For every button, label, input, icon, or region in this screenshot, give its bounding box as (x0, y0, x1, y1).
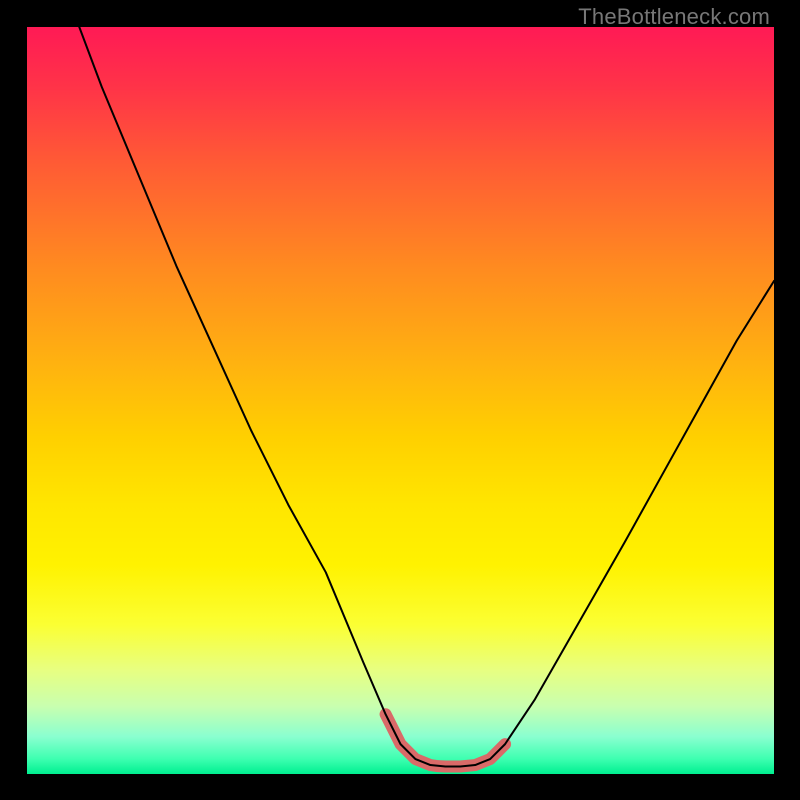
optimal-zone-marker (386, 714, 506, 766)
attribution-text: TheBottleneck.com (578, 4, 770, 30)
chart-svg (27, 27, 774, 774)
bottleneck-curve (79, 27, 774, 767)
marker-group (386, 714, 506, 766)
plot-area (27, 27, 774, 774)
curve-group (79, 27, 774, 767)
chart-frame: TheBottleneck.com (0, 0, 800, 800)
